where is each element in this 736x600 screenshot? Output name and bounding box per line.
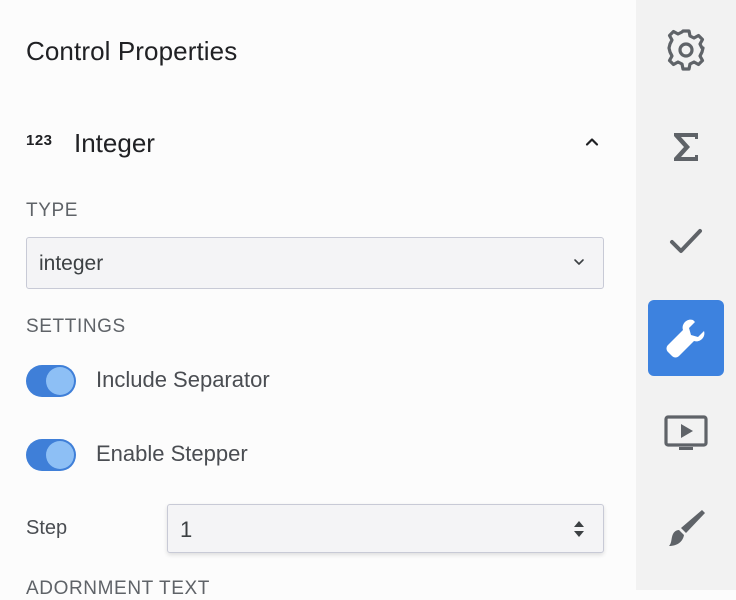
validation-rail-button[interactable] [648, 203, 724, 279]
slideshow-icon [664, 415, 708, 450]
chevron-up-icon[interactable] [580, 130, 604, 154]
adornment-text-group-label: ADORNMENT TEXT [26, 578, 210, 599]
properties-rail-button[interactable] [648, 300, 724, 376]
toggle-knob [46, 441, 74, 469]
spinner-arrows-icon[interactable] [571, 517, 587, 541]
type-select-value: integer [39, 252, 104, 275]
enable-stepper-toggle[interactable] [26, 439, 76, 471]
type-group-label: TYPE [26, 200, 79, 221]
sigma-icon [674, 133, 698, 161]
numeric-123-icon: 123 [26, 132, 53, 149]
settings-rail-button[interactable] [648, 12, 724, 88]
step-value: 1 [180, 517, 193, 542]
wrench-icon [666, 319, 705, 358]
chevron-down-icon [571, 254, 587, 270]
integer-section-header[interactable]: 123 Integer [26, 118, 611, 170]
preview-rail-button[interactable] [648, 395, 724, 471]
toggle-knob [46, 367, 74, 395]
settings-group-label: SETTINGS [26, 316, 126, 337]
include-separator-row: Include Separator [26, 363, 426, 399]
include-separator-label: Include Separator [96, 367, 270, 392]
paintbrush-icon [669, 510, 705, 546]
step-number-input[interactable]: 1 [167, 504, 604, 553]
formula-rail-button[interactable] [648, 109, 724, 185]
section-label: Integer [74, 128, 155, 158]
step-label: Step [26, 517, 68, 539]
panel-title: Control Properties [26, 36, 238, 66]
control-properties-panel: Control Properties 123 Integer TYPE inte… [0, 0, 636, 599]
gear-icon [667, 29, 705, 71]
style-rail-button[interactable] [648, 490, 724, 566]
enable-stepper-row: Enable Stepper [26, 437, 426, 473]
checkmark-icon [670, 229, 702, 253]
include-separator-toggle[interactable] [26, 365, 76, 397]
enable-stepper-label: Enable Stepper [96, 441, 248, 466]
type-select[interactable]: integer [26, 237, 604, 289]
